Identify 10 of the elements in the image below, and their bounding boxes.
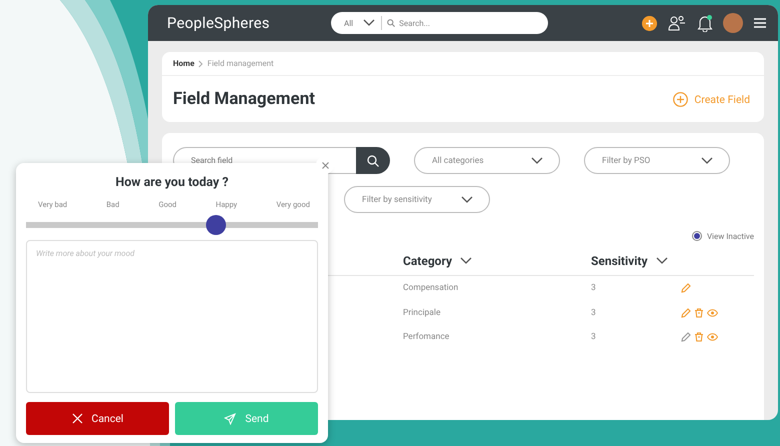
search-placeholder: Search... — [399, 18, 430, 28]
dialog-title: How are you today ? — [114, 175, 230, 190]
table-cell-text: Principale — [403, 306, 442, 320]
breadcrumb-item: Field management — [207, 59, 274, 68]
table-cell-text: Compensation — [403, 282, 460, 296]
table-cell-text: Perfomance — [403, 331, 450, 344]
table-cell-text: 3 — [591, 331, 597, 344]
page-title: Field Management — [173, 89, 315, 109]
table-cell-text: 3 — [591, 306, 597, 320]
table-cell-text: 3 — [591, 282, 597, 296]
